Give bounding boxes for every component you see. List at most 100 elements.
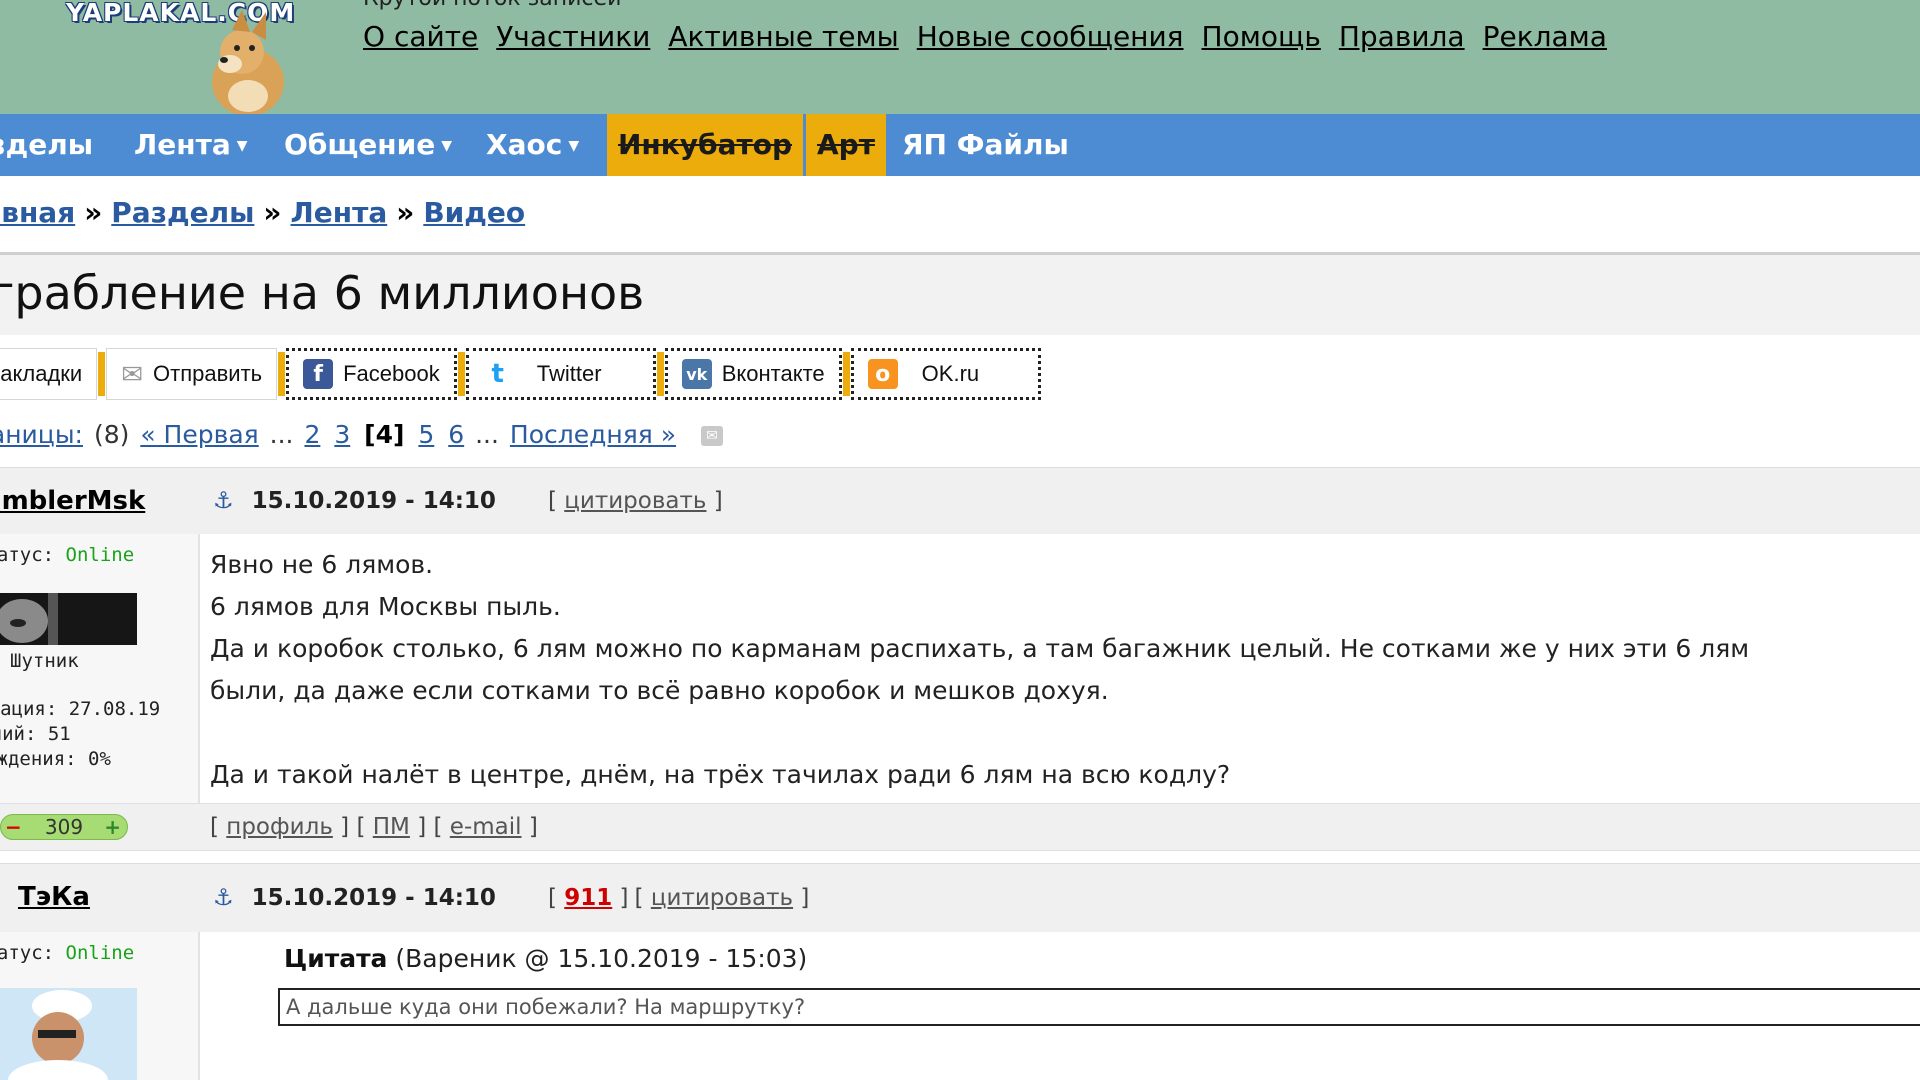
breadcrumb-separator: » bbox=[84, 196, 103, 229]
top-link-active-topics[interactable]: Активные темы bbox=[668, 20, 898, 53]
send-button[interactable]: ✉ Отправить bbox=[106, 348, 278, 400]
post-footer-links: [ профиль ] [ ПМ ] [ e-mail ] bbox=[210, 814, 538, 840]
current-page: [4] bbox=[364, 420, 405, 449]
share-bar: Закладки ✉ Отправить f Facebook t Twitte… bbox=[0, 346, 1041, 402]
user-registration: Регистрация: 27.08.19 bbox=[0, 698, 161, 720]
separator bbox=[656, 352, 664, 396]
ok-share-button[interactable]: о OK.ru bbox=[850, 348, 1041, 400]
pagination-label: Страницы: bbox=[0, 420, 83, 449]
caret-down-icon: ▼ bbox=[236, 138, 248, 154]
page-link-2[interactable]: 2 bbox=[304, 420, 320, 449]
avatar-image bbox=[0, 988, 137, 1080]
separator bbox=[278, 352, 286, 396]
top-link-rules[interactable]: Правила bbox=[1339, 20, 1465, 53]
top-links: О сайте Участники Активные темы Новые со… bbox=[363, 20, 1607, 53]
avatar-image bbox=[0, 593, 137, 645]
page-title: Ограбление на 6 миллионов bbox=[0, 266, 645, 320]
separator bbox=[842, 352, 850, 396]
rating-widget: − 309 + bbox=[0, 814, 128, 840]
odnoklassniki-icon: о bbox=[867, 359, 898, 389]
post-datetime: 15.10.2019 - 14:10 bbox=[251, 488, 496, 514]
post-line: 6 лямов для Москвы пыль. bbox=[210, 592, 561, 621]
post-datetime: 15.10.2019 - 14:10 bbox=[251, 885, 496, 911]
vk-icon: vk bbox=[681, 359, 712, 389]
rating-minus-icon[interactable]: − bbox=[5, 815, 22, 839]
nav-item-sections[interactable]: Разделы bbox=[0, 114, 93, 176]
quote-box: А дальше куда они побежали? На маршрутку… bbox=[278, 988, 1920, 1026]
badge-911-link[interactable]: 911 bbox=[564, 885, 612, 911]
breadcrumb-video[interactable]: Видео bbox=[423, 196, 525, 229]
profile-link[interactable]: профиль bbox=[226, 814, 333, 840]
separator bbox=[457, 352, 465, 396]
nav-item-files[interactable]: ЯП Файлы bbox=[902, 114, 1069, 176]
breadcrumb-home[interactable]: Главная bbox=[0, 196, 75, 229]
page-link-3[interactable]: 3 bbox=[334, 420, 350, 449]
email-link[interactable]: e-mail bbox=[450, 814, 522, 840]
top-link-about[interactable]: О сайте bbox=[363, 20, 478, 53]
site-description: Крутой поток записей bbox=[363, 0, 621, 11]
breadcrumb-separator: » bbox=[263, 196, 282, 229]
vk-share-button[interactable]: vk Вконтакте bbox=[664, 348, 842, 400]
user-sidebar: Статус: Online Шутник Регистрация: 27.08… bbox=[0, 534, 200, 804]
page-last-link[interactable]: Последняя » bbox=[510, 420, 676, 449]
top-link-ads[interactable]: Реклама bbox=[1483, 20, 1607, 53]
caret-down-icon: ▼ bbox=[568, 138, 580, 154]
quote-link[interactable]: цитировать bbox=[651, 885, 793, 911]
pagination: Страницы: (8) « Первая ... 2 3 [4] 5 6 .… bbox=[0, 420, 723, 449]
top-link-new-messages[interactable]: Новые сообщения bbox=[917, 20, 1184, 53]
page-first-link[interactable]: « Первая bbox=[140, 420, 258, 449]
user-rank: Шутник bbox=[10, 650, 79, 672]
breadcrumb-separator: » bbox=[396, 196, 415, 229]
quote-action: [ цитировать ] bbox=[547, 488, 723, 514]
post-line: были, да даже если сотками то всё равно … bbox=[210, 676, 1109, 705]
nav-item-feed[interactable]: Лента ▼ bbox=[134, 114, 248, 176]
quote-action: [ цитировать ] bbox=[634, 885, 810, 911]
top-link-members[interactable]: Участники bbox=[496, 20, 650, 53]
avatar[interactable] bbox=[0, 593, 137, 645]
nav-item-incubator[interactable]: Инкубатор bbox=[607, 114, 803, 176]
twitter-share-button[interactable]: t Twitter bbox=[465, 348, 656, 400]
rating-plus-icon[interactable]: + bbox=[104, 815, 121, 839]
anchor-icon[interactable]: ⚓ bbox=[213, 488, 234, 514]
post-line bbox=[210, 712, 1749, 754]
envelope-icon: ✉ bbox=[121, 358, 144, 389]
caret-down-icon: ▼ bbox=[441, 138, 453, 154]
mail-icon[interactable]: ✉ bbox=[701, 426, 723, 446]
nav-item-chat[interactable]: Общение ▼ bbox=[284, 114, 452, 176]
post-line: Да и коробок столько, 6 лям можно по кар… bbox=[210, 634, 1750, 663]
page-link-5[interactable]: 5 bbox=[418, 420, 434, 449]
pagination-ellipsis: ... bbox=[269, 420, 294, 449]
breadcrumb: Главная»Разделы»Лента»Видео bbox=[0, 196, 525, 232]
nav-item-art[interactable]: Арт bbox=[806, 114, 886, 176]
pm-link[interactable]: ПМ bbox=[373, 814, 410, 840]
post-badge: [ 911 ] bbox=[547, 885, 629, 911]
post-meta: ⚓ 15.10.2019 - 14:10 [ 911 ][ цитировать… bbox=[213, 864, 809, 932]
avatar[interactable] bbox=[0, 988, 137, 1080]
facebook-share-button[interactable]: f Facebook bbox=[286, 348, 457, 400]
post-author[interactable]: RamblerMsk bbox=[0, 468, 164, 534]
breadcrumb-sections[interactable]: Разделы bbox=[111, 196, 254, 229]
quote-meta: (Вареник @ 15.10.2019 - 15:03) bbox=[395, 944, 808, 973]
user-sidebar: Статус: Online bbox=[0, 932, 200, 1080]
top-link-help[interactable]: Помощь bbox=[1202, 20, 1321, 53]
post-author[interactable]: ТэКа bbox=[18, 864, 218, 930]
facebook-icon: f bbox=[303, 359, 334, 389]
warnings-link[interactable]: 0% bbox=[88, 748, 111, 770]
nav-item-chaos[interactable]: Хаос ▼ bbox=[486, 114, 579, 176]
rating-value: 309 bbox=[44, 815, 84, 839]
quote-header: Цитата (Вареник @ 15.10.2019 - 15:03) bbox=[284, 944, 807, 973]
post-line: Да и такой налёт в центре, днём, на трёх… bbox=[210, 760, 1231, 789]
quote-link[interactable]: цитировать bbox=[564, 488, 706, 514]
twitter-icon: t bbox=[482, 359, 513, 389]
bookmarks-button[interactable]: Закладки bbox=[0, 348, 98, 400]
user-status: Статус: Online bbox=[0, 942, 135, 964]
post-header: RamblerMsk ⚓ 15.10.2019 - 14:10 [ цитиро… bbox=[0, 467, 1920, 534]
separator bbox=[98, 352, 106, 396]
anchor-icon[interactable]: ⚓ bbox=[213, 885, 234, 911]
main-nav: Разделы Лента▼ Общение▼ Хаос▼ Инкубатор … bbox=[0, 114, 1920, 176]
page-link-6[interactable]: 6 bbox=[448, 420, 464, 449]
breadcrumb-feed[interactable]: Лента bbox=[291, 196, 388, 229]
doge-mascot-icon bbox=[212, 10, 284, 114]
page-count: (8) bbox=[93, 420, 130, 449]
post-body: Явно не 6 лямов. 6 лямов для Москвы пыль… bbox=[210, 544, 1749, 796]
